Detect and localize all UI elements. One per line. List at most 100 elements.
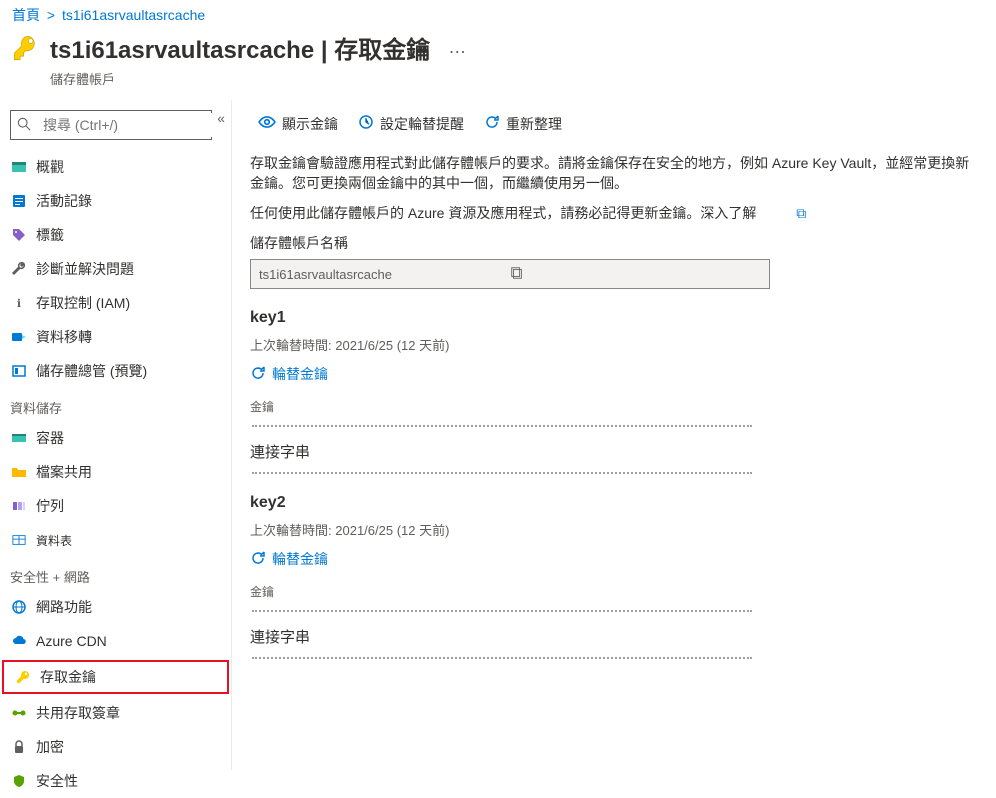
key2-rotate-button[interactable]: 輪替金鑰 [250, 549, 328, 569]
nav-storage-explorer[interactable]: 儲存體總管 (預覽) [0, 354, 231, 388]
description-1: 存取金鑰會驗證應用程式對此儲存體帳戶的要求。請將金鑰保存在安全的地方，例如 Az… [250, 153, 978, 193]
key2-connection-value-hidden [252, 657, 752, 659]
nav-encryption[interactable]: 加密 [0, 730, 231, 764]
show-keys-button[interactable]: 顯示金鑰 [250, 108, 346, 139]
refresh-icon [484, 114, 500, 133]
search-field[interactable] [37, 113, 230, 137]
rotate-icon [250, 365, 266, 384]
nav-label: 佇列 [36, 496, 64, 516]
nav-label: 存取控制 (IAM) [36, 293, 130, 313]
account-name-value: ts1i61asrvaultasrcache [259, 267, 510, 282]
key1-title: key1 [250, 309, 978, 327]
external-link-icon[interactable]: ⧉ [796, 205, 806, 221]
key-icon [12, 34, 40, 62]
network-icon [10, 598, 28, 616]
container-icon [10, 429, 28, 447]
cloud-icon [10, 632, 28, 650]
nav-label: Azure CDN [36, 633, 107, 649]
storage-icon [10, 158, 28, 176]
nav-queues[interactable]: 佇列 [0, 489, 231, 523]
breadcrumb: 首頁 > ts1i61asrvaultasrcache [0, 0, 996, 30]
nav-label: 診斷並解決問題 [36, 259, 134, 279]
nav-label: 資料表 [36, 532, 72, 549]
more-button[interactable]: … [448, 37, 466, 58]
nav-containers[interactable]: 容器 [0, 421, 231, 455]
migration-icon [10, 328, 28, 346]
nav-sas[interactable]: 共用存取簽章 [0, 696, 231, 730]
cmd-label: 顯示金鑰 [282, 114, 338, 134]
nav-label: 容器 [36, 428, 64, 448]
key2-title: key2 [250, 494, 978, 512]
cmd-label: 重新整理 [506, 114, 562, 134]
nav-label: 資料移轉 [36, 327, 92, 347]
shield-icon [10, 772, 28, 790]
page-header: ts1i61asrvaultasrcache | 存取金鑰 … 儲存體帳戶 [0, 30, 996, 100]
nav-section-security: 安全性 + 網路 [0, 557, 231, 590]
key2-block: key2 上次輪替時間: 2021/6/25 (12 天前) 輪替金鑰 金鑰 連… [250, 494, 978, 659]
page-title: ts1i61asrvaultasrcache | 存取金鑰 [50, 30, 430, 65]
command-bar: 顯示金鑰 設定輪替提醒 重新整理 [250, 108, 978, 139]
description-2-text: 任何使用此儲存體帳戶的 Azure 資源及應用程式，請務必記得更新金鑰。深入了解 [250, 205, 756, 221]
tag-icon [10, 226, 28, 244]
nav-data-migration[interactable]: 資料移轉 [0, 320, 231, 354]
breadcrumb-current[interactable]: ts1i61asrvaultasrcache [62, 7, 205, 23]
key2-key-label: 金鑰 [250, 583, 978, 600]
nav-label: 安全性 [36, 771, 78, 791]
nav-label: 概觀 [36, 157, 64, 177]
nav-label: 網路功能 [36, 597, 92, 617]
rotate-label: 輪替金鑰 [272, 549, 328, 569]
copy-icon[interactable] [510, 266, 761, 283]
nav-label: 加密 [36, 737, 64, 757]
key1-connection-label: 連接字串 [250, 441, 978, 462]
nav-label: 檔案共用 [36, 462, 92, 482]
nav-file-shares[interactable]: 檔案共用 [0, 455, 231, 489]
breadcrumb-separator: > [47, 7, 55, 23]
key1-last-rotated: 上次輪替時間: 2021/6/25 (12 天前) [250, 335, 978, 354]
clock-icon [358, 114, 374, 133]
account-name-label: 儲存體帳戶名稱 [250, 233, 978, 253]
nav-label: 活動記錄 [36, 191, 92, 211]
nav-security[interactable]: 安全性 [0, 764, 231, 798]
sidebar: « 概觀 活動記錄 標籤 診斷並解決問題 ℹ 存取控制 (IAM) 資料移轉 儲… [0, 100, 232, 770]
log-icon [10, 192, 28, 210]
nav-diagnose[interactable]: 診斷並解決問題 [0, 252, 231, 286]
key2-last-rotated: 上次輪替時間: 2021/6/25 (12 天前) [250, 520, 978, 539]
collapse-icon[interactable]: « [217, 110, 225, 126]
nav-iam[interactable]: ℹ 存取控制 (IAM) [0, 286, 231, 320]
wrench-icon [10, 260, 28, 278]
key1-key-value-hidden [252, 425, 752, 427]
eye-icon [258, 113, 276, 134]
folder-icon [10, 463, 28, 481]
key1-connection-value-hidden [252, 472, 752, 474]
nav-activity-log[interactable]: 活動記錄 [0, 184, 231, 218]
nav-label: 存取金鑰 [40, 667, 96, 687]
search-input[interactable] [10, 110, 212, 140]
refresh-button[interactable]: 重新整理 [476, 109, 570, 139]
key-small-icon [14, 668, 32, 686]
rotate-label: 輪替金鑰 [272, 364, 328, 384]
key1-rotate-button[interactable]: 輪替金鑰 [250, 364, 328, 384]
lock-icon [10, 738, 28, 756]
nav-label: 共用存取簽章 [36, 703, 120, 723]
key1-block: key1 上次輪替時間: 2021/6/25 (12 天前) 輪替金鑰 金鑰 連… [250, 309, 978, 474]
key2-connection-label: 連接字串 [250, 626, 978, 647]
nav-label: 標籤 [36, 225, 64, 245]
nav-label: 儲存體總管 (預覽) [36, 361, 147, 381]
explorer-icon [10, 362, 28, 380]
nav-tables[interactable]: 資料表 [0, 523, 231, 557]
iam-icon: ℹ [10, 294, 28, 312]
key1-key-label: 金鑰 [250, 398, 978, 415]
breadcrumb-home[interactable]: 首頁 [12, 7, 40, 23]
table-icon [10, 531, 28, 549]
nav-access-keys[interactable]: 存取金鑰 [2, 660, 229, 694]
nav-overview[interactable]: 概觀 [0, 150, 231, 184]
nav-section-data: 資料儲存 [0, 388, 231, 421]
nav-cdn[interactable]: Azure CDN [0, 624, 231, 658]
account-name-field[interactable]: ts1i61asrvaultasrcache [250, 259, 770, 289]
nav-tags[interactable]: 標籤 [0, 218, 231, 252]
set-reminder-button[interactable]: 設定輪替提醒 [350, 109, 472, 139]
nav-networking[interactable]: 網路功能 [0, 590, 231, 624]
sas-icon [10, 704, 28, 722]
queue-icon [10, 497, 28, 515]
description-2: 任何使用此儲存體帳戶的 Azure 資源及應用程式，請務必記得更新金鑰。深入了解… [250, 203, 978, 223]
